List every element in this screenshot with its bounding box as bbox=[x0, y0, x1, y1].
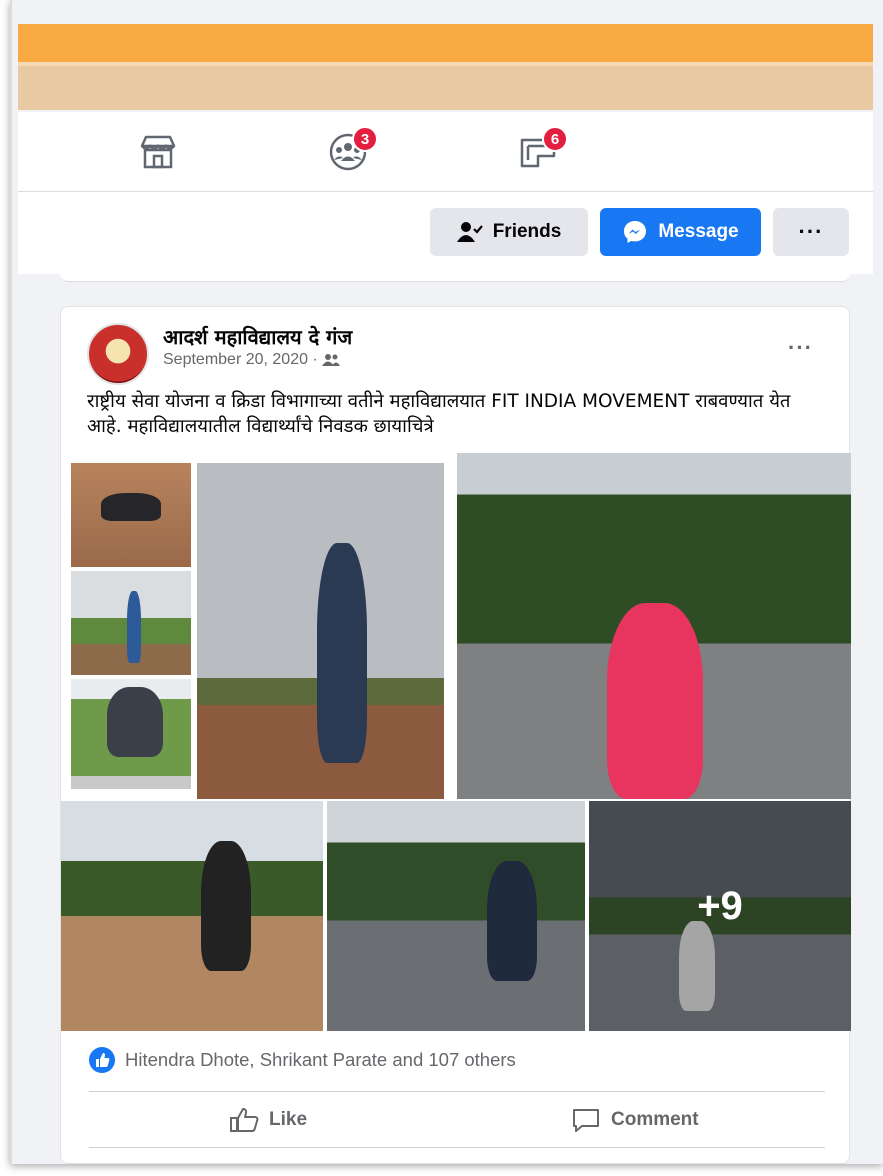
post-card: आदर्श महाविद्यालय दे गंज September 20, 2… bbox=[60, 306, 851, 1164]
comment-button[interactable]: Comment bbox=[571, 1105, 699, 1135]
nav-icon-bar: 3 6 bbox=[18, 112, 873, 192]
more-dots-icon: ··· bbox=[798, 219, 824, 244]
post-meta: September 20, 2020 · bbox=[163, 351, 340, 369]
photo-grid: +9 bbox=[61, 453, 851, 1031]
author-avatar[interactable] bbox=[87, 323, 149, 385]
like-button[interactable]: Like bbox=[229, 1105, 307, 1135]
photo-bending[interactable] bbox=[71, 679, 191, 789]
post-date[interactable]: September 20, 2020 · bbox=[163, 351, 318, 369]
post-options-button[interactable]: ··· bbox=[788, 335, 813, 361]
photo-running-road[interactable] bbox=[327, 801, 585, 1031]
message-label: Message bbox=[658, 221, 739, 242]
photo-stretching[interactable] bbox=[71, 571, 191, 675]
like-reaction-icon bbox=[89, 1047, 115, 1073]
photo-student-road[interactable] bbox=[457, 453, 851, 799]
marketplace-icon bbox=[140, 135, 176, 169]
cover-photo-band bbox=[18, 24, 873, 62]
cover-photo-lower bbox=[18, 66, 873, 110]
like-icon bbox=[230, 1107, 259, 1132]
profile-actions: Friends Message ··· bbox=[18, 192, 873, 274]
messenger-icon bbox=[624, 221, 647, 243]
groups-notification-badge: 3 bbox=[352, 126, 378, 152]
more-photos-count: +9 bbox=[589, 801, 851, 1031]
actions-divider-top bbox=[89, 1091, 825, 1092]
reactions-text: Hitendra Dhote, Shrikant Parate and 107 … bbox=[125, 1049, 516, 1070]
photo-handstand[interactable] bbox=[197, 463, 444, 799]
photo-running-college[interactable] bbox=[61, 801, 323, 1031]
friends-button[interactable]: Friends bbox=[430, 208, 588, 256]
friend-check-icon bbox=[456, 222, 483, 242]
actions-divider-bottom bbox=[89, 1147, 825, 1148]
previous-card-edge bbox=[60, 266, 850, 282]
comment-label: Comment bbox=[611, 1109, 699, 1130]
post-text: राष्ट्रीय सेवा योजना व क्रिडा विभागाच्या… bbox=[87, 391, 791, 437]
gaming-notification-badge: 6 bbox=[542, 126, 568, 152]
marketplace-button[interactable] bbox=[136, 132, 180, 172]
comment-icon bbox=[573, 1109, 599, 1132]
gaming-button[interactable]: 6 bbox=[516, 126, 568, 172]
photo-yoga-pose[interactable] bbox=[71, 463, 191, 567]
reactions-summary[interactable]: Hitendra Dhote, Shrikant Parate and 107 … bbox=[89, 1047, 516, 1073]
post-author[interactable]: आदर्श महाविद्यालय दे गंज bbox=[163, 323, 352, 350]
message-button[interactable]: Message bbox=[600, 208, 761, 256]
photo-more[interactable]: +9 bbox=[589, 801, 851, 1031]
like-label: Like bbox=[269, 1109, 308, 1130]
friends-label: Friends bbox=[492, 221, 562, 242]
groups-button[interactable]: 3 bbox=[326, 126, 378, 172]
friends-audience-icon bbox=[321, 354, 340, 366]
profile-more-button[interactable]: ··· bbox=[773, 208, 849, 256]
